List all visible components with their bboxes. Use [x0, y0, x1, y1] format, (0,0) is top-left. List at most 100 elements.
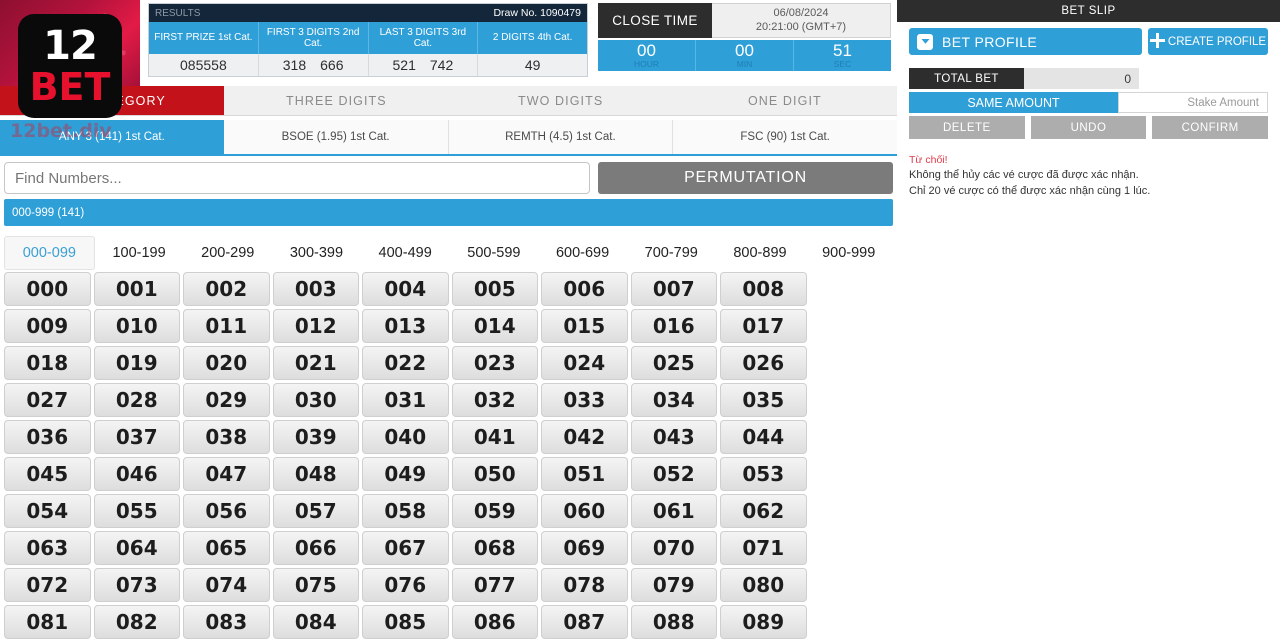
range-tab-300-399[interactable]: 300-399 [272, 236, 361, 270]
number-cell[interactable]: 052 [631, 457, 718, 491]
number-cell[interactable]: 038 [183, 420, 270, 454]
number-cell[interactable]: 003 [273, 272, 360, 306]
number-cell[interactable]: 049 [362, 457, 449, 491]
number-cell[interactable]: 050 [452, 457, 539, 491]
number-cell[interactable]: 080 [720, 568, 807, 602]
number-cell[interactable]: 082 [94, 605, 181, 639]
number-cell[interactable]: 029 [183, 383, 270, 417]
number-cell[interactable]: 032 [452, 383, 539, 417]
number-cell[interactable]: 064 [94, 531, 181, 565]
number-cell[interactable]: 086 [452, 605, 539, 639]
number-cell[interactable]: 033 [541, 383, 628, 417]
number-cell[interactable]: 040 [362, 420, 449, 454]
number-cell[interactable]: 079 [631, 568, 718, 602]
number-cell[interactable]: 016 [631, 309, 718, 343]
number-cell[interactable]: 027 [4, 383, 91, 417]
number-cell[interactable]: 085 [362, 605, 449, 639]
range-tab-900-999[interactable]: 900-999 [804, 236, 893, 270]
number-cell[interactable]: 078 [541, 568, 628, 602]
number-cell[interactable]: 076 [362, 568, 449, 602]
number-cell[interactable]: 023 [452, 346, 539, 380]
number-cell[interactable]: 030 [273, 383, 360, 417]
number-cell[interactable]: 010 [94, 309, 181, 343]
number-cell[interactable]: 015 [541, 309, 628, 343]
sub-tab-fsc[interactable]: FSC (90) 1st Cat. [673, 120, 897, 154]
number-cell[interactable]: 062 [720, 494, 807, 528]
number-cell[interactable]: 021 [273, 346, 360, 380]
number-cell[interactable]: 063 [4, 531, 91, 565]
number-cell[interactable]: 087 [541, 605, 628, 639]
number-cell[interactable]: 065 [183, 531, 270, 565]
number-cell[interactable]: 009 [4, 309, 91, 343]
create-profile-button[interactable]: CREATE PROFILE [1148, 28, 1268, 55]
number-cell[interactable]: 026 [720, 346, 807, 380]
sub-tab-any3[interactable]: ANY 3 (141) 1st Cat. [0, 120, 224, 154]
range-tab-800-899[interactable]: 800-899 [716, 236, 805, 270]
number-cell[interactable]: 084 [273, 605, 360, 639]
number-cell[interactable]: 022 [362, 346, 449, 380]
sub-tab-remth[interactable]: REMTH (4.5) 1st Cat. [449, 120, 674, 154]
range-tab-500-599[interactable]: 500-599 [450, 236, 539, 270]
range-tab-600-699[interactable]: 600-699 [538, 236, 627, 270]
range-tab-700-799[interactable]: 700-799 [627, 236, 716, 270]
permutation-button[interactable]: PERMUTATION [598, 162, 893, 194]
number-cell[interactable]: 077 [452, 568, 539, 602]
tab-two-digits[interactable]: TWO DIGITS [449, 86, 673, 115]
stake-amount-input[interactable] [1118, 92, 1268, 113]
number-cell[interactable]: 074 [183, 568, 270, 602]
delete-button[interactable]: DELETE [909, 116, 1025, 139]
confirm-button[interactable]: CONFIRM [1152, 116, 1268, 139]
number-cell[interactable]: 004 [362, 272, 449, 306]
number-cell[interactable]: 060 [541, 494, 628, 528]
number-cell[interactable]: 067 [362, 531, 449, 565]
number-cell[interactable]: 043 [631, 420, 718, 454]
number-cell[interactable]: 007 [631, 272, 718, 306]
number-cell[interactable]: 000 [4, 272, 91, 306]
number-cell[interactable]: 001 [94, 272, 181, 306]
tab-three-digits[interactable]: THREE DIGITS [224, 86, 448, 115]
same-amount-button[interactable]: SAME AMOUNT [909, 92, 1118, 113]
number-cell[interactable]: 041 [452, 420, 539, 454]
number-cell[interactable]: 059 [452, 494, 539, 528]
range-tab-100-199[interactable]: 100-199 [95, 236, 184, 270]
number-cell[interactable]: 071 [720, 531, 807, 565]
undo-button[interactable]: UNDO [1031, 116, 1147, 139]
number-cell[interactable]: 017 [720, 309, 807, 343]
number-cell[interactable]: 057 [273, 494, 360, 528]
number-cell[interactable]: 054 [4, 494, 91, 528]
search-input[interactable] [4, 162, 590, 194]
number-cell[interactable]: 031 [362, 383, 449, 417]
number-cell[interactable]: 013 [362, 309, 449, 343]
number-cell[interactable]: 008 [720, 272, 807, 306]
number-cell[interactable]: 047 [183, 457, 270, 491]
number-cell[interactable]: 011 [183, 309, 270, 343]
number-cell[interactable]: 081 [4, 605, 91, 639]
number-cell[interactable]: 019 [94, 346, 181, 380]
number-cell[interactable]: 070 [631, 531, 718, 565]
number-cell[interactable]: 035 [720, 383, 807, 417]
number-cell[interactable]: 006 [541, 272, 628, 306]
number-cell[interactable]: 066 [273, 531, 360, 565]
number-cell[interactable]: 061 [631, 494, 718, 528]
range-tab-400-499[interactable]: 400-499 [361, 236, 450, 270]
number-cell[interactable]: 002 [183, 272, 270, 306]
brand-logo[interactable]: 12 BET [18, 14, 122, 118]
tab-one-digit[interactable]: ONE DIGIT [673, 86, 897, 115]
number-cell[interactable]: 036 [4, 420, 91, 454]
number-cell[interactable]: 042 [541, 420, 628, 454]
number-cell[interactable]: 055 [94, 494, 181, 528]
number-cell[interactable]: 058 [362, 494, 449, 528]
sub-tab-bsoe[interactable]: BSOE (1.95) 1st Cat. [224, 120, 449, 154]
number-cell[interactable]: 028 [94, 383, 181, 417]
number-cell[interactable]: 053 [720, 457, 807, 491]
number-cell[interactable]: 051 [541, 457, 628, 491]
number-cell[interactable]: 073 [94, 568, 181, 602]
number-cell[interactable]: 020 [183, 346, 270, 380]
number-cell[interactable]: 083 [183, 605, 270, 639]
bet-profile-button[interactable]: BET PROFILE [909, 28, 1142, 55]
number-cell[interactable]: 045 [4, 457, 91, 491]
number-cell[interactable]: 005 [452, 272, 539, 306]
number-cell[interactable]: 046 [94, 457, 181, 491]
number-cell[interactable]: 056 [183, 494, 270, 528]
number-cell[interactable]: 068 [452, 531, 539, 565]
